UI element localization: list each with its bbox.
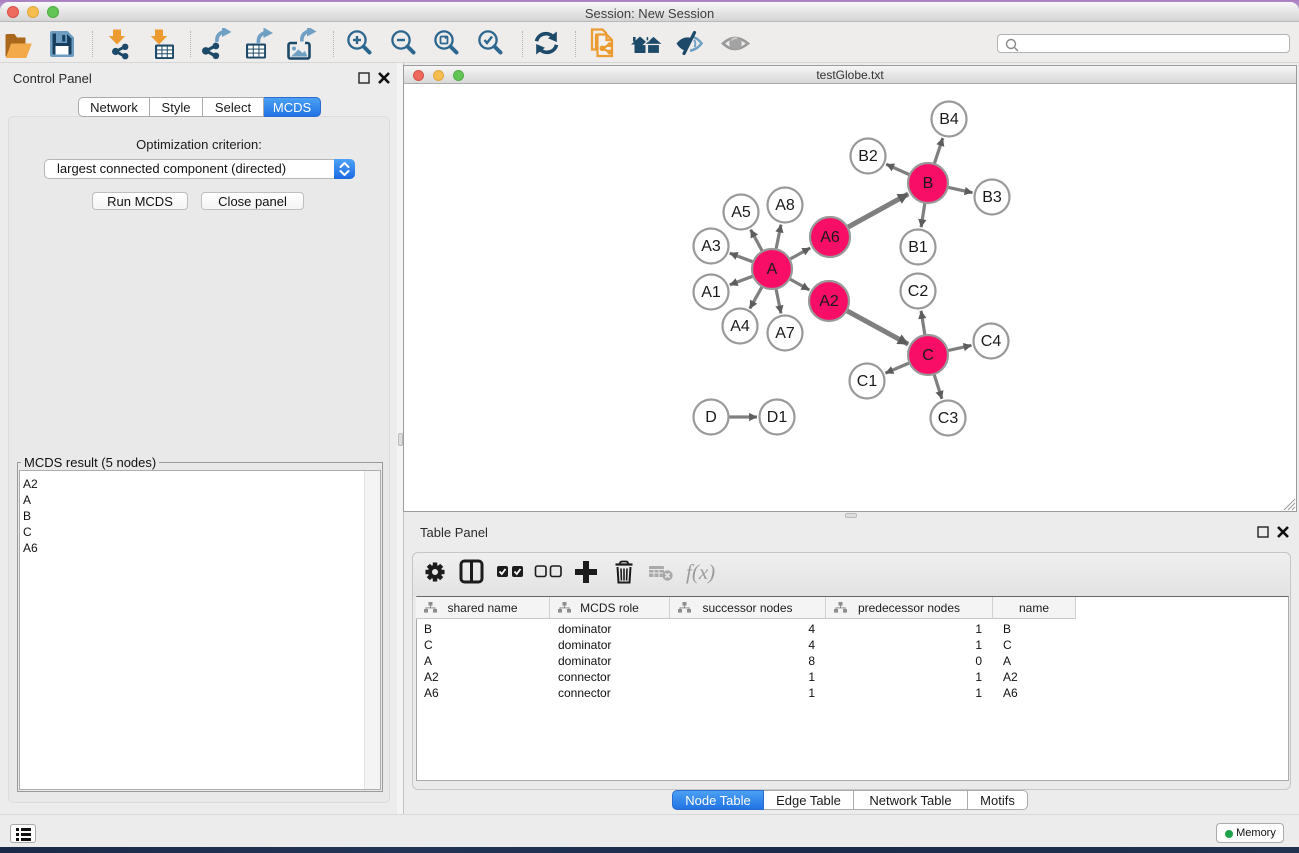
svg-text:D1: D1 bbox=[767, 409, 788, 426]
svg-text:A7: A7 bbox=[775, 325, 795, 342]
svg-text:A: A bbox=[767, 261, 778, 278]
svg-text:C2: C2 bbox=[908, 283, 929, 300]
svg-text:A4: A4 bbox=[730, 318, 750, 335]
svg-text:C1: C1 bbox=[857, 373, 878, 390]
svg-text:A6: A6 bbox=[820, 229, 840, 246]
svg-text:A2: A2 bbox=[819, 293, 839, 310]
svg-text:D: D bbox=[705, 409, 717, 426]
svg-text:C: C bbox=[922, 347, 934, 364]
svg-text:B3: B3 bbox=[982, 189, 1002, 206]
svg-text:A5: A5 bbox=[731, 204, 751, 221]
svg-text:A8: A8 bbox=[775, 197, 795, 214]
svg-text:A1: A1 bbox=[701, 284, 721, 301]
svg-text:C3: C3 bbox=[938, 410, 959, 427]
svg-text:A3: A3 bbox=[701, 238, 721, 255]
svg-text:B1: B1 bbox=[908, 239, 928, 256]
svg-text:B4: B4 bbox=[939, 111, 959, 128]
svg-text:B2: B2 bbox=[858, 148, 878, 165]
svg-text:B: B bbox=[923, 175, 934, 192]
svg-text:C4: C4 bbox=[981, 333, 1002, 350]
